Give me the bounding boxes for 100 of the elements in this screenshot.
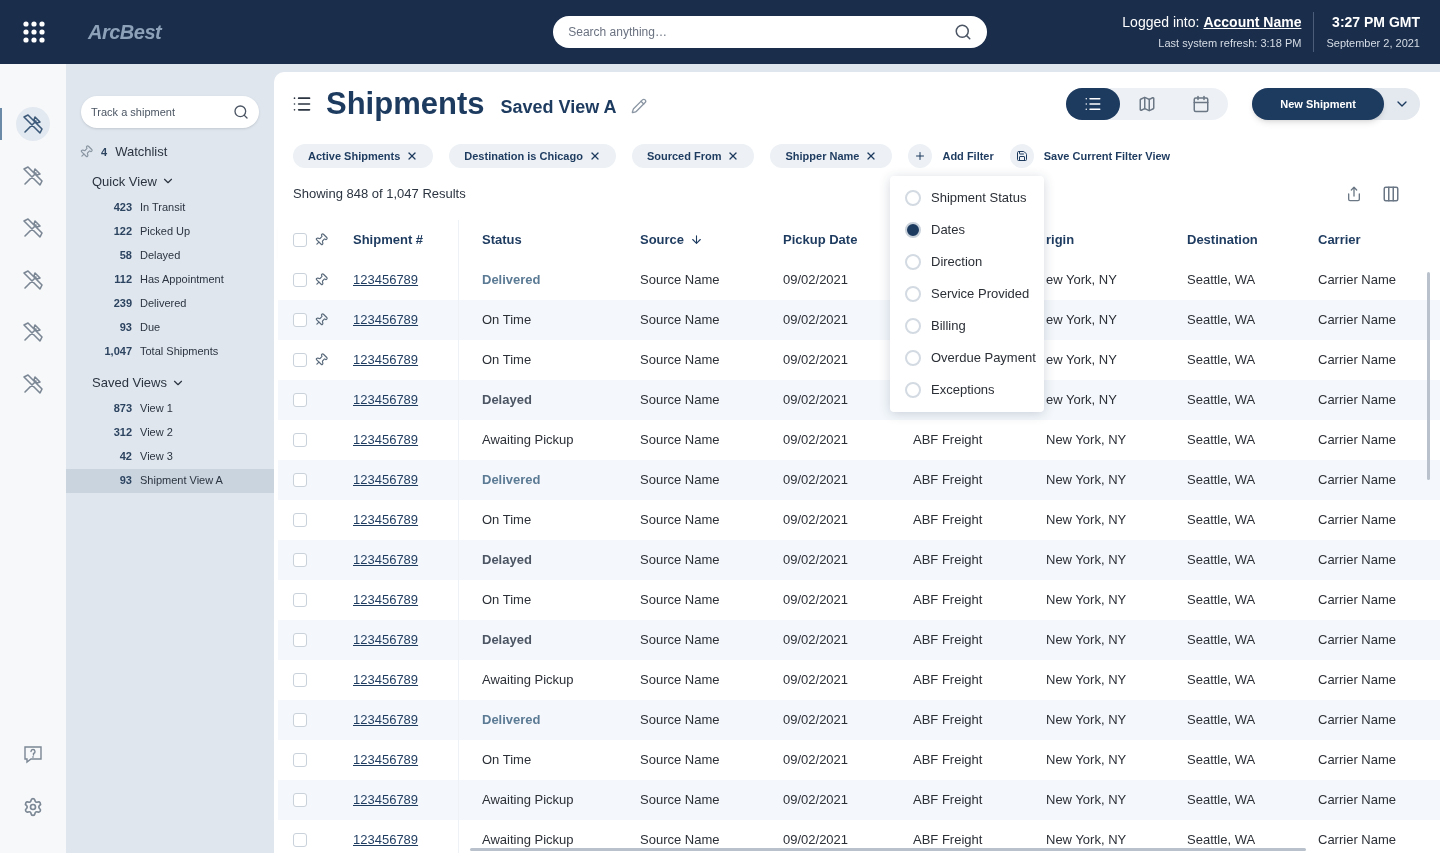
app-grid-icon[interactable] [20,18,48,46]
shipment-link[interactable]: 123456789 [353,669,419,690]
column-header[interactable]: Destination [1187,229,1258,250]
settings-icon[interactable] [23,797,43,817]
column-header[interactable]: Source [640,229,685,250]
filter-option[interactable]: Service Provided [931,284,1030,304]
save-filter-view-button[interactable]: Save Current Filter View [1009,144,1171,168]
menu-icon[interactable] [292,94,312,114]
row-checkbox[interactable] [293,792,307,807]
global-search-field[interactable]: Search anything… [568,23,955,41]
sidebar-view-item[interactable]: 42 View 3 [66,444,274,469]
sidebar-view-item[interactable]: 423 In Transit [66,195,274,219]
add-filter-button[interactable]: Add Filter [908,144,994,168]
shipment-link[interactable]: 123456789 [353,789,419,810]
shipment-link[interactable]: 123456789 [353,749,419,770]
export-icon[interactable] [1346,185,1362,202]
row-checkbox[interactable] [293,432,307,447]
new-shipment-button[interactable]: New Shipment [1252,88,1384,120]
row-checkbox[interactable] [293,672,307,687]
radio-button[interactable] [905,286,921,302]
search-icon[interactable] [233,104,249,120]
radio-button[interactable] [905,190,921,206]
shipment-link[interactable]: 123456789 [353,629,419,650]
row-checkbox[interactable] [293,272,307,287]
edit-icon[interactable] [630,98,647,114]
status-text: Awaiting Pickup [482,790,574,809]
table-cell-text: ABF Freight [913,470,983,489]
radio-button[interactable] [905,350,921,366]
shipment-link[interactable]: 123456789 [353,509,419,530]
track-shipment-bar[interactable]: Track a shipment [81,96,259,128]
row-checkbox[interactable] [293,512,307,527]
sidebar-view-item[interactable]: 93 Shipment View A [66,468,274,493]
row-checkbox[interactable] [293,392,307,407]
filter-option[interactable]: Dates [931,220,965,240]
row-checkbox[interactable] [293,352,307,367]
table-cell-text: ABF Freight [913,550,983,569]
filter-chip[interactable]: Shipper Name [770,144,893,168]
radio-button[interactable] [905,318,921,334]
sidebar-view-item[interactable]: 873 View 1 [66,396,274,421]
filter-chip[interactable]: Destination is Chicago [449,144,616,168]
filter-chip[interactable]: Active Shipments [293,144,434,168]
shipment-link[interactable]: 123456789 [353,589,419,610]
shipment-link[interactable]: 123456789 [353,549,419,570]
search-bar[interactable]: Search anything… [553,16,988,48]
shipment-link[interactable]: 123456789 [353,469,419,490]
filter-option[interactable]: Billing [931,316,966,336]
row-checkbox[interactable] [293,752,307,767]
shipment-link[interactable]: 123456789 [353,309,419,330]
status-text: Awaiting Pickup [482,670,574,689]
row-checkbox[interactable] [293,832,307,847]
shipment-link[interactable]: 123456789 [353,389,419,410]
filter-chip[interactable]: Sourced From [631,144,755,168]
sidebar-view-item[interactable]: 122 Picked Up [66,219,274,243]
row-checkbox[interactable] [293,472,307,487]
account-link[interactable]: Account Name [1203,12,1302,34]
row-checkbox[interactable] [293,712,307,727]
radio-button[interactable] [905,382,921,398]
sidebar-view-item[interactable]: 312 View 2 [66,420,274,445]
rail-nav-item[interactable] [16,107,50,141]
column-header[interactable]: rigin [1046,229,1075,250]
column-header[interactable]: Carrier [1318,229,1361,250]
table-cell-text: Source Name [640,350,720,369]
columns-icon[interactable] [1382,184,1400,203]
shipment-link[interactable]: 123456789 [353,269,419,290]
row-checkbox[interactable] [293,312,307,327]
row-checkbox[interactable] [293,552,307,567]
row-checkbox[interactable] [293,592,307,607]
table-cell-text: Source Name [640,550,720,569]
sidebar-view-item[interactable]: 239 Delivered [66,291,274,315]
filter-option[interactable]: Shipment Status [931,188,1027,208]
radio-button[interactable] [905,222,921,238]
row-checkbox[interactable] [293,232,307,247]
table-cell-text: Seattle, WA [1187,470,1256,489]
radio-button[interactable] [905,254,921,270]
section-toggle[interactable]: Saved Views [92,373,185,393]
sidebar-view-item[interactable]: 1,047 Total Shipments [66,339,274,363]
column-header[interactable]: Status [482,229,522,250]
sort-arrow-icon[interactable] [690,233,704,246]
section-toggle[interactable]: Quick View [92,171,175,191]
filter-option[interactable]: Exceptions [931,380,995,400]
column-header[interactable]: Shipment # [353,229,424,250]
view-toggle[interactable] [1066,88,1121,120]
tools-icon [21,164,45,188]
search-icon[interactable] [954,23,973,41]
sidebar-view-item[interactable]: 112 Has Appointment [66,267,274,291]
shipment-link[interactable]: 123456789 [353,709,419,730]
shipment-link[interactable]: 123456789 [353,349,419,370]
table-cell-text: Carrier Name [1318,470,1396,489]
shipment-link[interactable]: 123456789 [353,429,419,450]
shipment-link[interactable]: 123456789 [353,829,419,850]
column-header[interactable]: Pickup Date [783,229,858,250]
filter-option[interactable]: Direction [931,252,983,272]
row-checkbox[interactable] [293,632,307,647]
watchlist-item[interactable]: 4 Watchlist [79,142,274,162]
filter-option[interactable]: Overdue Payment [931,348,1036,368]
track-shipment-field[interactable]: Track a shipment [91,103,233,121]
sidebar-view-item[interactable]: 93 Due [66,315,274,339]
sidebar-view-item[interactable]: 58 Delayed [66,243,274,267]
help-chat-icon[interactable] [23,745,43,765]
table-cell-text: ABF Freight [913,590,983,609]
